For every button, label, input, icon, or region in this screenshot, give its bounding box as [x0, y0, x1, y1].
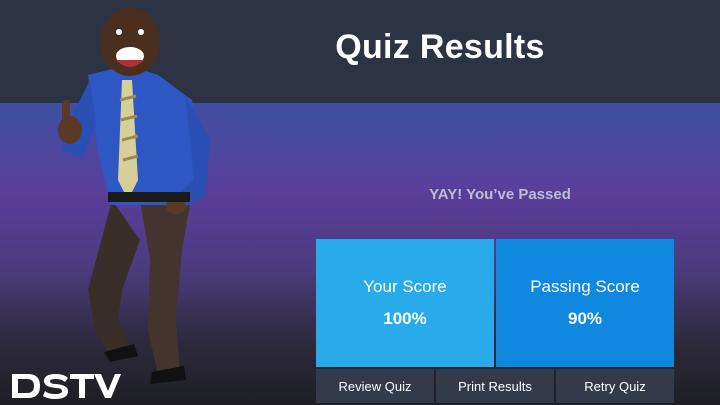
- page-title: Quiz Results: [335, 28, 545, 66]
- review-quiz-button[interactable]: Review Quiz: [316, 369, 434, 403]
- dstv-logo: [12, 374, 121, 399]
- passing-score-card: Passing Score 90%: [496, 239, 674, 367]
- passing-score-label: Passing Score: [530, 277, 640, 296]
- your-score-card: Your Score 100%: [316, 239, 494, 367]
- your-score-value: 100%: [383, 309, 427, 328]
- presenter-image: [58, 8, 210, 384]
- print-results-button[interactable]: Print Results: [436, 369, 554, 403]
- your-score-label: Your Score: [363, 277, 447, 296]
- action-button-row: Review Quiz Print Results Retry Quiz: [316, 369, 674, 403]
- passing-score-value: 90%: [567, 309, 603, 328]
- pass-status-message: YAY! You’ve Passed: [429, 186, 571, 203]
- retry-quiz-button[interactable]: Retry Quiz: [556, 369, 674, 403]
